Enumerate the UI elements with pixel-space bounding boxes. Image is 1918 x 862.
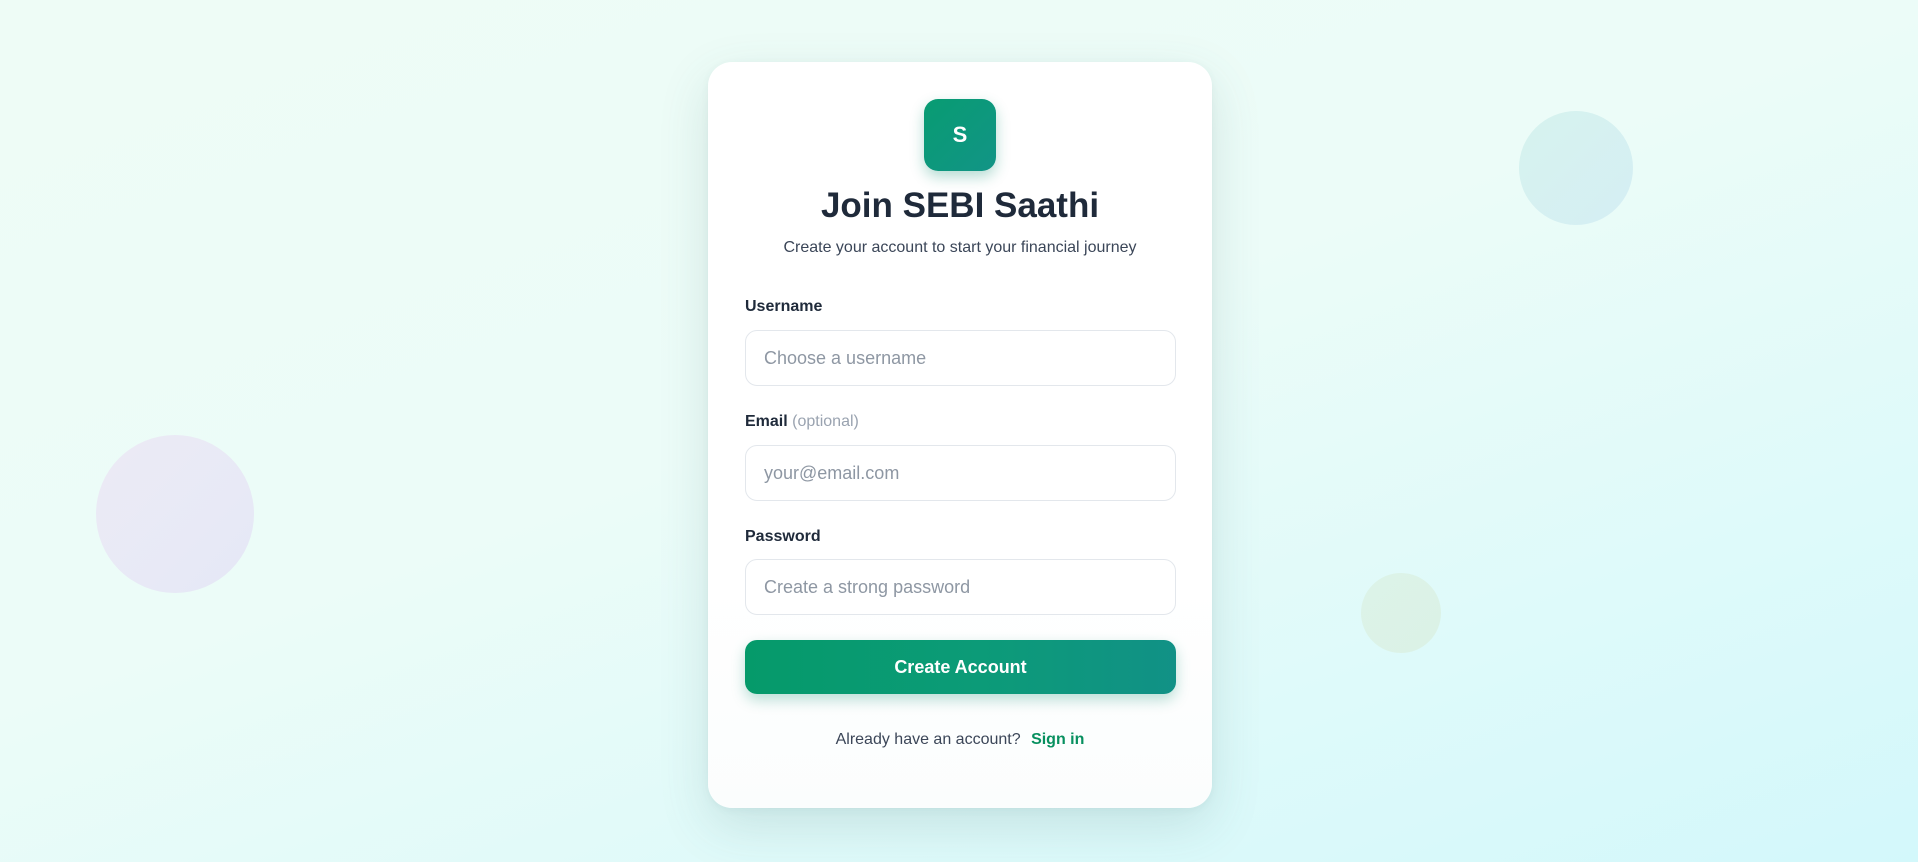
page-title: Join SEBI Saathi bbox=[820, 186, 1100, 225]
signin-prompt-text: Already have an account? bbox=[835, 731, 1021, 748]
email-optional-note: (optional) bbox=[792, 413, 859, 430]
logo-letter: S bbox=[952, 122, 968, 147]
signup-card: S Join SEBI Saathi Create your account t… bbox=[708, 62, 1212, 808]
decorative-circle bbox=[1519, 111, 1633, 225]
password-input[interactable] bbox=[745, 559, 1176, 615]
email-label: Email (optional) bbox=[745, 413, 859, 430]
create-account-button[interactable]: Create Account bbox=[745, 640, 1176, 694]
username-input[interactable] bbox=[745, 330, 1176, 386]
username-label: Username bbox=[745, 298, 823, 315]
decorative-circle bbox=[1361, 573, 1441, 653]
signin-link[interactable]: Sign in bbox=[1031, 731, 1084, 748]
decorative-circle bbox=[96, 435, 254, 593]
page-subtitle: Create your account to start your financ… bbox=[783, 239, 1137, 256]
email-input[interactable] bbox=[745, 445, 1176, 501]
signin-prompt: Already have an account? Sign in bbox=[708, 731, 1212, 749]
app-logo: S bbox=[924, 99, 996, 171]
password-label: Password bbox=[745, 528, 821, 545]
